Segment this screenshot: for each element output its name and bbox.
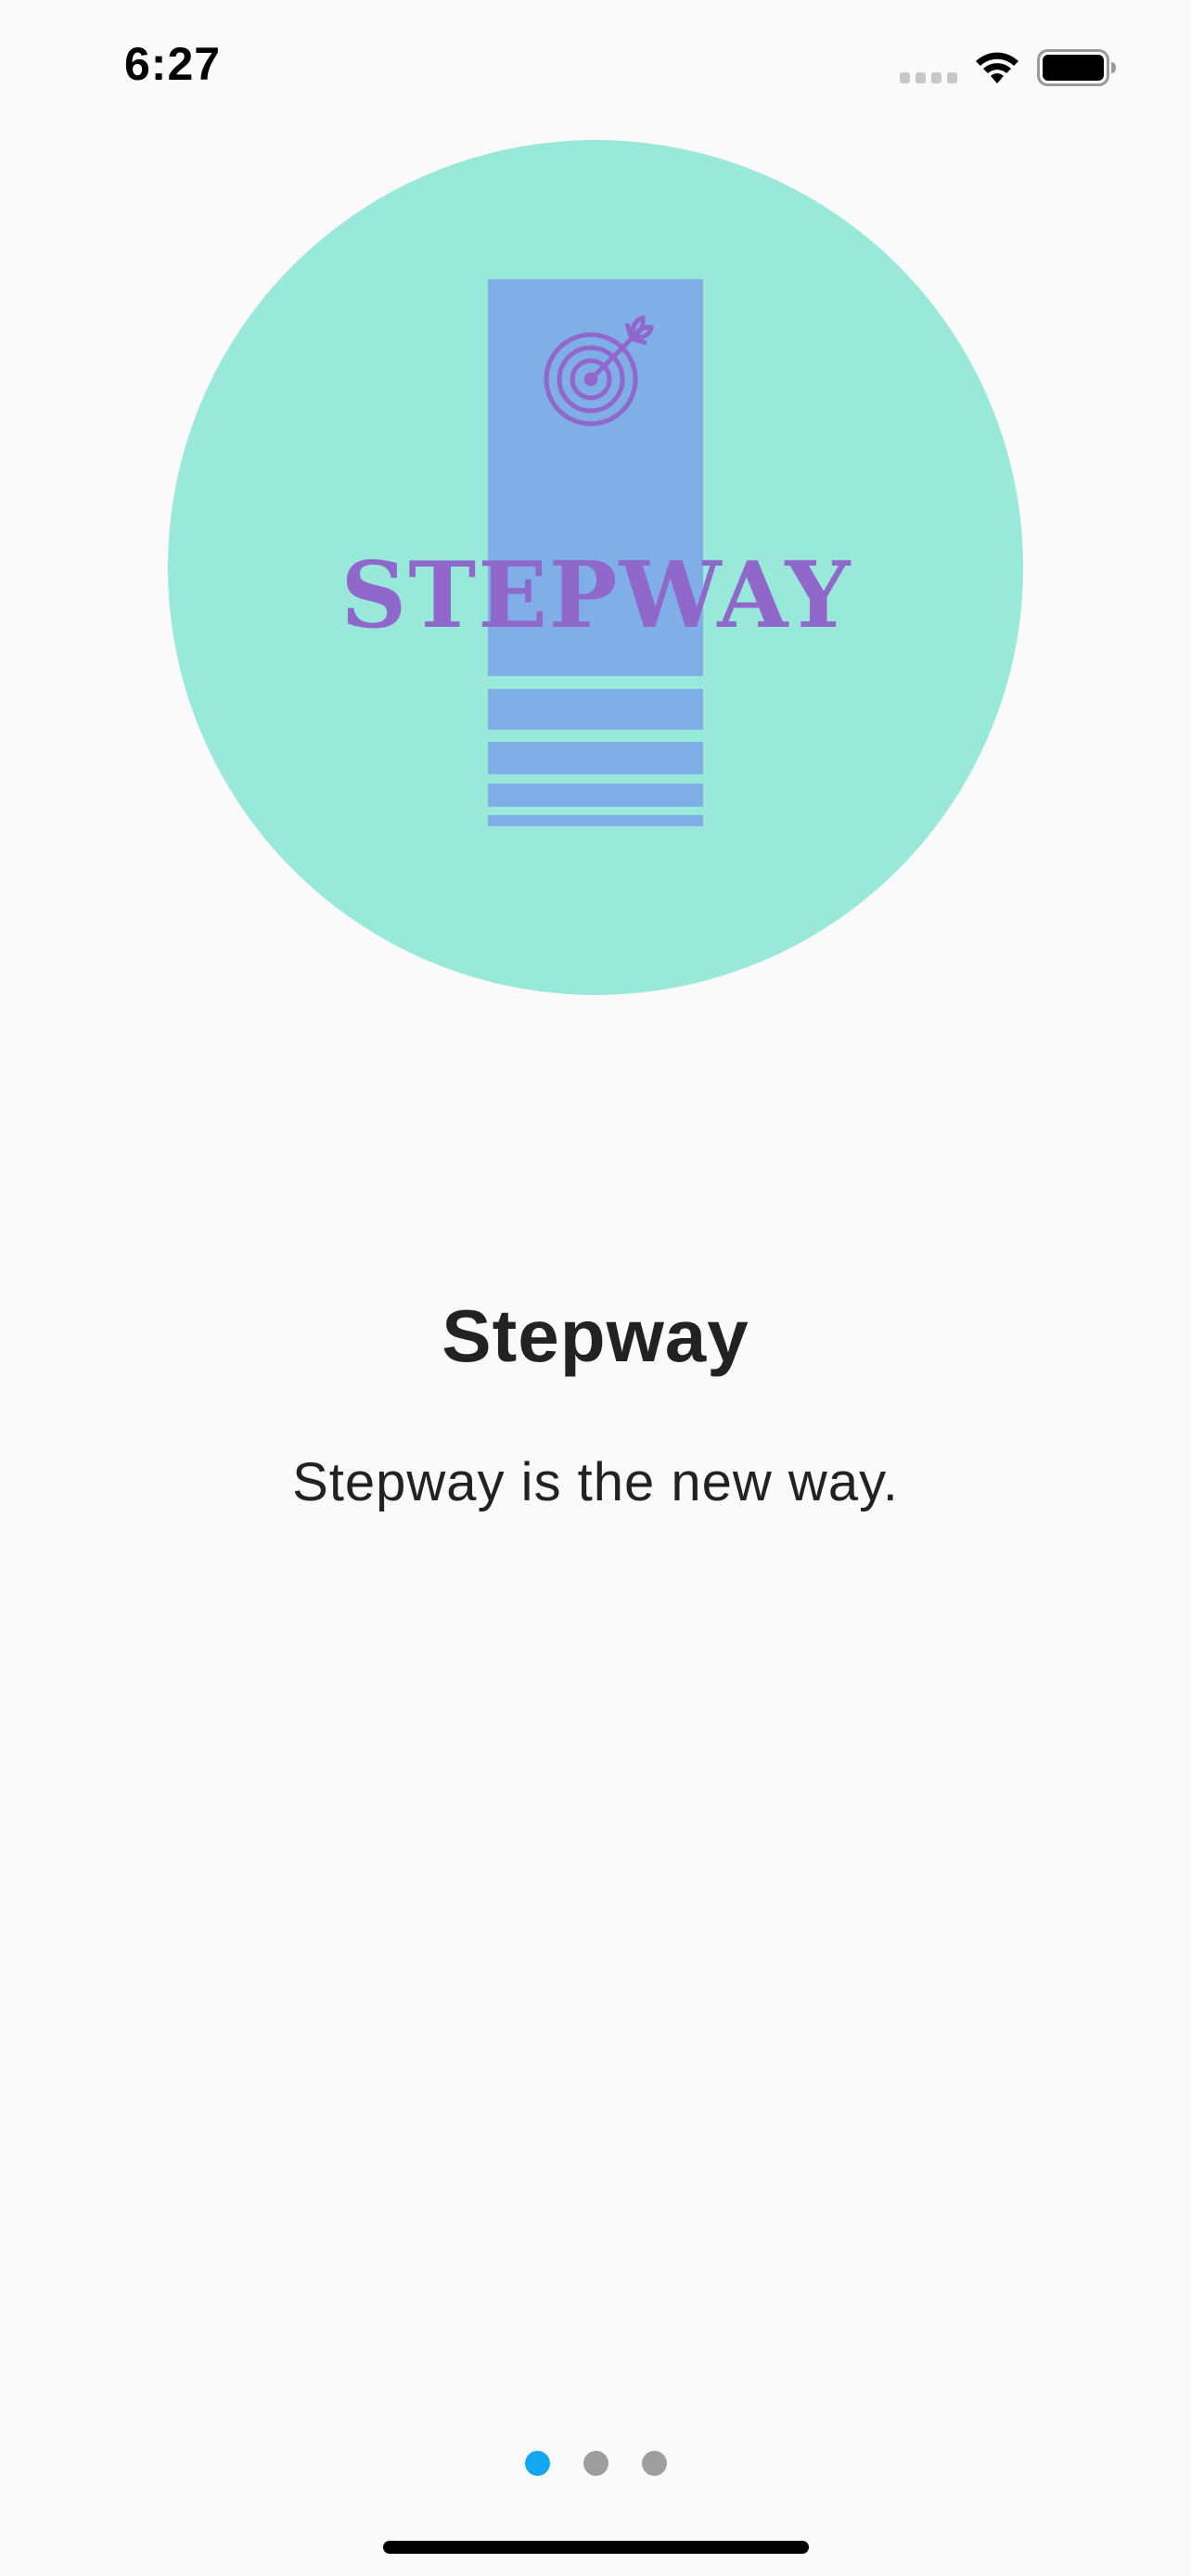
- page-dot-3[interactable]: [641, 2451, 667, 2476]
- onboarding-title: Stepway: [442, 1294, 749, 1377]
- logo-stripe: [488, 742, 703, 774]
- app-logo: STEPWAY: [168, 140, 1023, 995]
- page-dot-1[interactable]: [524, 2451, 550, 2476]
- onboarding-subtitle: Stepway is the new way.: [292, 1452, 899, 1512]
- status-bar: 6:27: [0, 0, 1191, 130]
- logo-stripe: [488, 815, 703, 826]
- logo-stripe: [488, 689, 703, 730]
- battery-icon: [1037, 49, 1116, 86]
- home-indicator[interactable]: [383, 2541, 809, 2554]
- logo-wordmark: STEPWAY: [341, 542, 852, 649]
- cellular-signal-icon: [900, 72, 957, 83]
- stepway-logo-graphic: STEPWAY: [341, 279, 852, 826]
- page-indicator: [0, 2451, 1191, 2479]
- status-time: 6:27: [124, 38, 222, 90]
- wifi-icon: [976, 52, 1018, 83]
- page-dot-2[interactable]: [583, 2451, 608, 2476]
- logo-stripe: [488, 784, 703, 807]
